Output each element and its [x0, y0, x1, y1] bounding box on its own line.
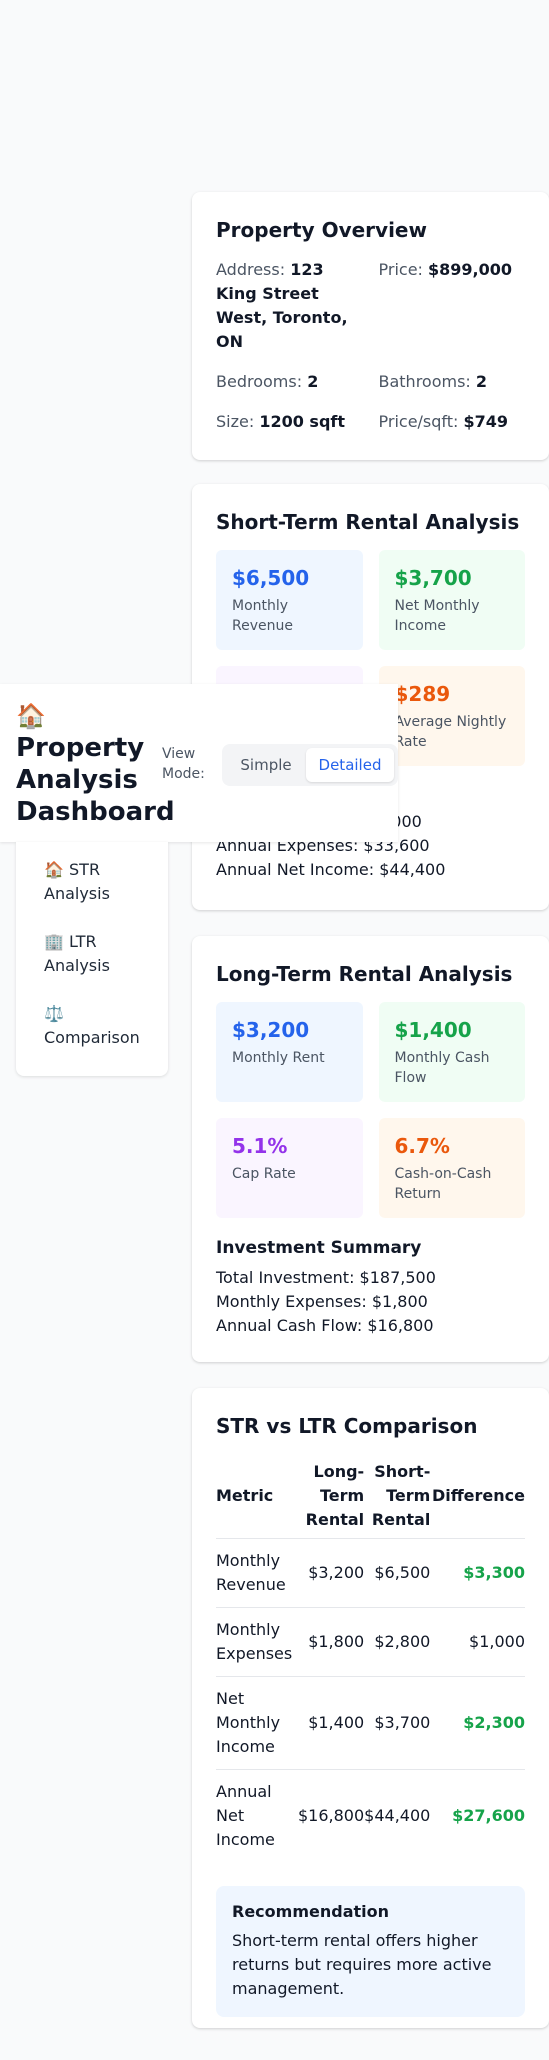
row-metric: Monthly Revenue: [216, 1538, 298, 1608]
metric-label: Cap Rate: [232, 1166, 296, 1182]
balance-scale-icon: ⚖️: [44, 1004, 64, 1023]
row-difference: $3,300: [430, 1538, 525, 1608]
sidebar-item-comparison[interactable]: ⚖️ Comparison: [44, 1002, 156, 1050]
table-row: Net Monthly Income $1,400 $3,700 $2,300: [216, 1676, 525, 1770]
price-field: Price: $899,000: [379, 258, 526, 354]
metric-label: Net Monthly Income: [394, 598, 480, 634]
ltr-metric-cash-on-cash-return: 6.7% Cash-on-Cash Return: [378, 1118, 525, 1218]
table-header-row: Metric Long-Term Rental Short-Term Renta…: [216, 1454, 525, 1539]
row-difference: $1,000: [430, 1607, 525, 1677]
bathrooms-label: Bathrooms:: [378, 372, 471, 391]
size-value: 1200 sqft: [259, 412, 346, 431]
metric-value: $3,200: [232, 1018, 310, 1042]
investment-summary-title: Investment Summary: [216, 1238, 422, 1258]
price-per-sqft-field: Price/sqft: $749: [379, 410, 526, 434]
row-str: $6,500: [364, 1538, 431, 1608]
bedrooms-label: Bedrooms:: [216, 372, 303, 391]
metric-value: 6.7%: [394, 1134, 450, 1158]
recommendation-text: Short-term rental offers higher returns …: [232, 1931, 492, 1998]
property-overview-title: Property Overview: [216, 218, 427, 242]
comparison-table: Metric Long-Term Rental Short-Term Renta…: [216, 1454, 525, 1862]
monthly-expenses: Monthly Expenses: $1,800: [216, 1292, 428, 1311]
metric-value: $3,700: [394, 566, 472, 590]
header-long-term-rental: Long-Term Rental: [305, 1462, 365, 1529]
ltr-metric-monthly-cash-flow: $1,400 Monthly Cash Flow: [378, 1002, 525, 1102]
metric-label: Monthly Revenue: [232, 598, 293, 634]
view-simple-button[interactable]: Simple: [226, 748, 306, 782]
header-metric: Metric: [216, 1486, 274, 1505]
ltr-analysis-card: Long-Term Rental Analysis $3,200 Monthly…: [192, 936, 549, 1362]
table-row: Annual Net Income $16,800 $44,400 $27,60…: [216, 1769, 525, 1862]
size-label: Size:: [216, 412, 255, 431]
sidebar-item-ltr-analysis[interactable]: 🏢 LTR Analysis: [44, 930, 156, 978]
row-ltr: $3,200: [298, 1538, 365, 1608]
view-mode-label: View Mode:: [162, 746, 205, 782]
row-str: $2,800: [364, 1607, 431, 1677]
row-ltr: $16,800: [298, 1769, 365, 1862]
office-building-icon: 🏢: [44, 932, 64, 951]
metric-label: Average Nightly Rate: [394, 714, 507, 750]
metric-label: Monthly Rent: [232, 1050, 325, 1066]
row-str: $44,400: [364, 1769, 431, 1862]
price-per-sqft-value: $749: [463, 412, 509, 431]
recommendation-box: Recommendation Short-term rental offers …: [216, 1886, 525, 2017]
price-label: Price:: [378, 260, 423, 279]
page-title: Property Analysis Dashboard: [16, 733, 175, 827]
price-value: $899,000: [428, 260, 513, 279]
str-metric-net-monthly-income: $3,700 Net Monthly Income: [378, 550, 525, 650]
house-icon: 🏠: [16, 702, 46, 730]
row-metric: Net Monthly Income: [216, 1676, 298, 1770]
annual-cash-flow: Annual Cash Flow: $16,800: [216, 1316, 434, 1335]
bedrooms-field: Bedrooms: 2: [216, 370, 363, 394]
sidebar-item-label: Comparison: [44, 1028, 140, 1047]
size-field: Size: 1200 sqft: [216, 410, 363, 434]
sidebar-nav: 🏠 STR Analysis 🏢 LTR Analysis ⚖️ Compari…: [16, 842, 168, 1076]
metric-value: 5.1%: [232, 1134, 288, 1158]
str-metric-average-nightly-rate: $289 Average Nightly Rate: [378, 666, 525, 766]
property-overview-card: Property Overview Address: 123 King Stre…: [192, 192, 549, 460]
str-metric-monthly-revenue: $6,500 Monthly Revenue: [216, 550, 363, 650]
comparison-title: STR vs LTR Comparison: [216, 1414, 478, 1438]
comparison-card: STR vs LTR Comparison Metric Long-Term R…: [192, 1388, 549, 2028]
ltr-metric-monthly-rent: $3,200 Monthly Rent: [216, 1002, 363, 1102]
str-analysis-title: Short-Term Rental Analysis: [216, 510, 520, 534]
row-ltr: $1,400: [298, 1676, 365, 1770]
recommendation-title: Recommendation: [232, 1902, 389, 1921]
dashboard-header: 🏠 Property Analysis Dashboard View Mode:…: [0, 684, 398, 842]
view-detailed-button[interactable]: Detailed: [306, 748, 394, 782]
ltr-metric-cap-rate: 5.1% Cap Rate: [216, 1118, 363, 1218]
sidebar-item-str-analysis[interactable]: 🏠 STR Analysis: [44, 858, 156, 906]
metric-value: $6,500: [232, 566, 310, 590]
table-row: Monthly Revenue $3,200 $6,500 $3,300: [216, 1538, 525, 1608]
row-difference: $27,600: [430, 1769, 525, 1862]
header-difference: Difference: [431, 1486, 525, 1505]
row-ltr: $1,800: [298, 1607, 365, 1677]
price-per-sqft-label: Price/sqft:: [378, 412, 459, 431]
metric-label: Monthly Cash Flow: [394, 1050, 490, 1086]
str-annual-net-income: Annual Net Income: $44,400: [216, 860, 446, 879]
view-mode-toggle: Simple Detailed: [222, 744, 398, 786]
metric-label: Cash-on-Cash Return: [394, 1166, 492, 1202]
metric-value: $1,400: [394, 1018, 472, 1042]
address-field: Address: 123 King Street West, Toronto, …: [216, 258, 363, 354]
total-investment: Total Investment: $187,500: [216, 1268, 436, 1287]
row-str: $3,700: [364, 1676, 431, 1770]
bathrooms-value: 2: [475, 372, 488, 391]
bedrooms-value: 2: [307, 372, 319, 391]
row-metric: Monthly Expenses: [216, 1607, 298, 1677]
house-icon: 🏠: [44, 860, 64, 879]
ltr-analysis-title: Long-Term Rental Analysis: [216, 962, 513, 986]
address-label: Address:: [216, 260, 286, 279]
row-difference: $2,300: [430, 1676, 525, 1770]
bathrooms-field: Bathrooms: 2: [379, 370, 526, 394]
metric-value: $289: [394, 682, 451, 706]
table-row: Monthly Expenses $1,800 $2,800 $1,000: [216, 1607, 525, 1677]
row-metric: Annual Net Income: [216, 1769, 298, 1862]
header-short-term-rental: Short-Term Rental: [371, 1462, 431, 1529]
